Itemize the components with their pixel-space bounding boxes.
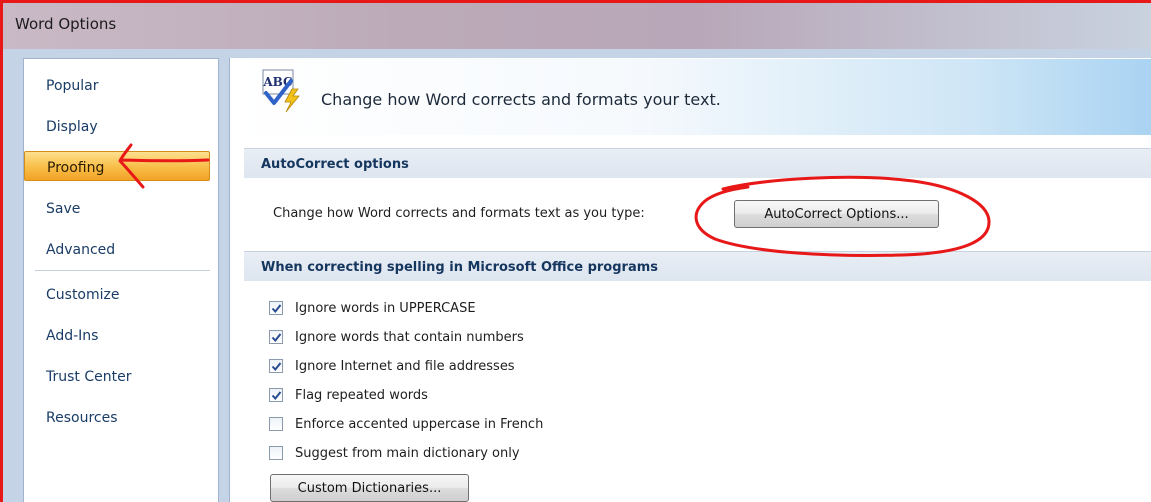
check-mark-icon [271, 361, 281, 371]
sidebar-item-label: Resources [46, 410, 118, 426]
sidebar-item-label: Popular [46, 78, 99, 94]
window-title: Word Options [15, 15, 117, 33]
sidebar-item-label: Advanced [46, 242, 116, 258]
sidebar-item-add-ins[interactable]: Add-Ins [24, 320, 210, 350]
option-label: Ignore words that contain numbers [295, 329, 524, 345]
section-heading-spelling: When correcting spelling in Microsoft Of… [244, 251, 1151, 281]
sidebar-item-label: Add-Ins [46, 328, 99, 344]
check-mark-icon [271, 303, 281, 313]
sidebar-item-label: Trust Center [46, 369, 132, 385]
option-suggest-main-dictionary[interactable]: Suggest from main dictionary only [269, 442, 520, 464]
word-options-window: Word Options Popular Display Proofing Sa… [0, 0, 1151, 502]
check-mark-icon [271, 390, 281, 400]
option-label: Ignore Internet and file addresses [295, 358, 515, 374]
custom-dictionaries-button[interactable]: Custom Dictionaries... [270, 474, 469, 502]
checkbox[interactable] [269, 388, 283, 402]
checkbox[interactable] [269, 301, 283, 315]
header-text: Change how Word corrects and formats you… [321, 90, 721, 109]
checkbox[interactable] [269, 417, 283, 431]
sidebar-item-label: Customize [46, 287, 120, 303]
option-label: Suggest from main dictionary only [295, 445, 520, 461]
option-ignore-uppercase[interactable]: Ignore words in UPPERCASE [269, 297, 476, 319]
abc-spellcheck-icon: ABC [262, 69, 300, 113]
checkbox[interactable] [269, 446, 283, 460]
sidebar-item-label: Proofing [47, 160, 105, 176]
autocorrect-options-button[interactable]: AutoCorrect Options... [734, 200, 939, 228]
checkbox[interactable] [269, 359, 283, 373]
option-enforce-accented-uppercase[interactable]: Enforce accented uppercase in French [269, 413, 543, 435]
autocorrect-options-button-label: AutoCorrect Options... [764, 206, 909, 222]
check-mark-icon [271, 332, 281, 342]
sidebar-item-label: Save [46, 201, 81, 217]
sidebar-item-trust-center[interactable]: Trust Center [24, 361, 210, 391]
option-flag-repeated-words[interactable]: Flag repeated words [269, 384, 428, 406]
option-label: Ignore words in UPPERCASE [295, 300, 476, 316]
sidebar-item-resources[interactable]: Resources [24, 402, 210, 432]
sidebar-item-save[interactable]: Save [24, 193, 210, 223]
sidebar-item-customize[interactable]: Customize [24, 279, 210, 309]
custom-dictionaries-button-label: Custom Dictionaries... [297, 480, 442, 496]
option-ignore-internet-addresses[interactable]: Ignore Internet and file addresses [269, 355, 515, 377]
sidebar-divider [35, 270, 210, 271]
title-bar[interactable]: Word Options [3, 3, 1151, 49]
checkbox[interactable] [269, 330, 283, 344]
sidebar-item-label: Display [46, 119, 98, 135]
option-label: Enforce accented uppercase in French [295, 416, 544, 432]
sidebar-item-advanced[interactable]: Advanced [24, 234, 210, 264]
sidebar-item-popular[interactable]: Popular [24, 70, 210, 100]
sidebar-item-proofing[interactable]: Proofing [24, 151, 210, 181]
sidebar-item-display[interactable]: Display [24, 111, 210, 141]
autocorrect-description: Change how Word corrects and formats tex… [273, 206, 645, 221]
option-label: Flag repeated words [295, 387, 428, 403]
option-ignore-numbers[interactable]: Ignore words that contain numbers [269, 326, 524, 348]
section-heading-autocorrect: AutoCorrect options [244, 148, 1151, 178]
